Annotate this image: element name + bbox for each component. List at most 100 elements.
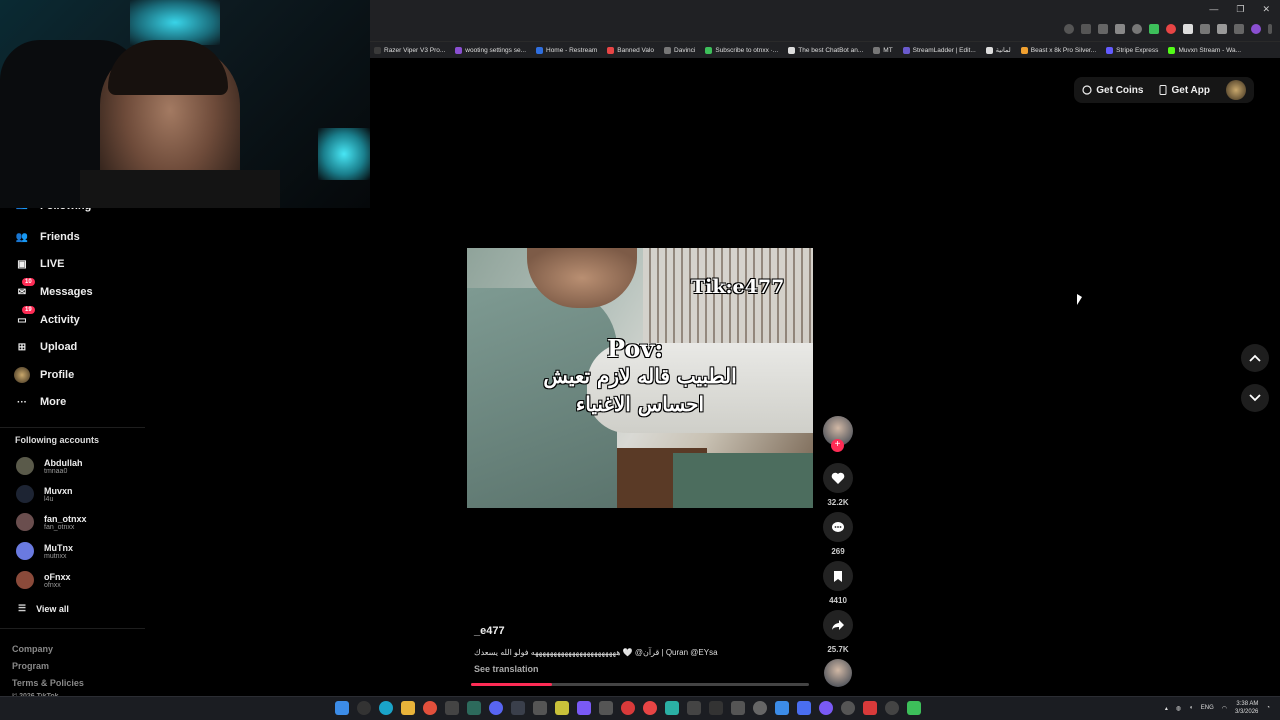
bookmark-item[interactable]: Davinci [664,46,696,54]
creator-avatar-button[interactable]: + [822,416,854,452]
chevron-up-icon[interactable]: ▴ [1165,705,1168,712]
bookmark-item[interactable]: Banned Valo [607,46,654,54]
wifi-icon[interactable]: ◠ [1222,705,1227,712]
sidebar-item-profile[interactable]: Profile [14,367,74,383]
bookmark-button[interactable] [823,561,853,591]
user-avatar[interactable] [1226,80,1246,100]
folder-icon[interactable] [401,701,415,715]
share-button[interactable] [823,610,853,640]
app-icon[interactable] [599,701,613,715]
video-text-line3: احساس الاغنياء [575,392,705,416]
discord-icon[interactable] [489,701,503,715]
shield-icon[interactable] [1149,24,1159,34]
bookmark-item[interactable]: Muvxn Stream - Wa... [1168,46,1241,54]
zoom-icon[interactable] [1064,24,1074,34]
cast-icon[interactable] [1081,24,1091,34]
bookmark-item[interactable]: MT [873,46,893,54]
app-icon[interactable] [687,701,701,715]
puzzle-icon[interactable] [1217,24,1227,34]
view-all-link[interactable]: ☰ View all [18,603,69,614]
close-window-button[interactable]: ✕ [1262,4,1270,15]
extension-icon[interactable] [1166,24,1176,34]
app-icon[interactable] [797,701,811,715]
video-progress-fill [471,683,553,686]
steam-icon[interactable] [511,701,525,715]
follow-plus-icon[interactable]: + [831,439,844,452]
maximize-button[interactable]: ❐ [1236,4,1244,15]
bookmark-item[interactable]: Subscribe to otnxx ·... [705,46,778,54]
music-disc-action[interactable] [822,659,854,687]
following-account-item[interactable]: Abdullah tmnaa0 [16,457,83,475]
bookmark-item[interactable]: The best ChatBot an... [788,46,863,54]
chrome-icon[interactable] [423,701,437,715]
video-author[interactable]: _e477 [474,625,505,637]
footer-company[interactable]: Company [12,644,53,654]
see-translation-link[interactable]: See translation [474,664,539,674]
record-icon[interactable] [621,701,635,715]
get-coins-button[interactable]: Get Coins [1082,85,1143,96]
bookmark-label: Davinci [674,46,696,54]
app-icon[interactable] [907,701,921,715]
language-indicator[interactable]: ENG [1201,705,1214,711]
following-account-item[interactable]: MuTnx mutnxx [16,542,73,560]
video-watermark: Tik:e477 [691,276,785,298]
extension-icon[interactable] [1115,24,1125,34]
app-icon[interactable] [819,701,833,715]
app-icon[interactable] [885,701,899,715]
sidebar-item-friends[interactable]: 👥 Friends [14,229,80,245]
sidebar-item-more[interactable]: ··· More [14,394,66,410]
bookmark-item[interactable]: Home - Restream [536,46,597,54]
following-account-item[interactable]: Muvxn l4u [16,485,73,503]
following-account-item[interactable]: oFnxx ofnxx [16,571,71,589]
star-icon[interactable] [1098,24,1108,34]
app-icon[interactable] [709,701,723,715]
network-icon[interactable]: ◍ [1176,705,1181,712]
kebab-icon[interactable] [1268,24,1272,34]
minimize-button[interactable]: — [1209,4,1218,15]
comment-button[interactable] [823,512,853,542]
following-account-item[interactable]: fan_otnxx fan_otnxx [16,513,87,531]
sidebar-item-messages[interactable]: ✉ 10 Messages [14,278,93,300]
extension-icon[interactable] [1200,24,1210,34]
app-icon[interactable] [731,701,745,715]
app-icon[interactable] [665,701,679,715]
extension-icon[interactable] [1183,24,1193,34]
app-icon[interactable] [841,701,855,715]
sidebar-item-activity[interactable]: ▭ 19 Activity [14,306,80,328]
footer-program[interactable]: Program [12,661,49,671]
bookmark-item[interactable]: StreamLadder | Edit... [902,46,976,54]
bookmark-item[interactable]: Razer Viper V3 Pro... [374,46,445,54]
sidebar-item-upload[interactable]: ⊞ Upload [14,339,77,355]
app-icon[interactable] [775,701,789,715]
search-icon[interactable] [357,701,371,715]
edge-icon[interactable] [379,701,393,715]
bookmark-item[interactable]: Stripe Express [1106,46,1158,54]
notification-icon[interactable]: ◔ [1266,705,1270,711]
app-icon[interactable] [555,701,569,715]
windows-start-icon[interactable] [335,701,349,715]
next-video-button[interactable] [1241,384,1269,412]
menu-icon[interactable] [1234,24,1244,34]
app-icon[interactable] [643,701,657,715]
video-player[interactable]: Tik:e477 Pov: الطبيب قاله لازم تعيش احسا… [467,248,813,508]
app-icon[interactable] [863,701,877,715]
app-icon[interactable] [577,701,591,715]
like-button[interactable] [823,463,853,493]
bookmark-item[interactable]: Beast x 8k Pro Silver... [1020,46,1096,54]
profile-icon[interactable] [1251,24,1261,34]
clock[interactable]: 3:38 AM 3/3/2026 [1235,700,1258,716]
previous-video-button[interactable] [1241,344,1269,372]
extension-icon[interactable] [1132,24,1142,34]
app-icon[interactable] [445,701,459,715]
get-app-button[interactable]: Get App [1159,85,1210,96]
app-icon[interactable] [467,701,481,715]
footer-terms[interactable]: Terms & Policies [12,678,84,688]
gear-icon[interactable] [753,701,767,715]
bookmark-item[interactable]: wooting settings se... [455,46,526,54]
music-disc-avatar [824,659,852,687]
sidebar-item-live[interactable]: ▣ LIVE [14,256,64,272]
volume-icon[interactable]: ◖ [1189,705,1193,711]
video-progress-bar[interactable] [471,683,809,686]
app-icon[interactable] [533,701,547,715]
bookmark-item[interactable]: لمانية [985,46,1011,54]
